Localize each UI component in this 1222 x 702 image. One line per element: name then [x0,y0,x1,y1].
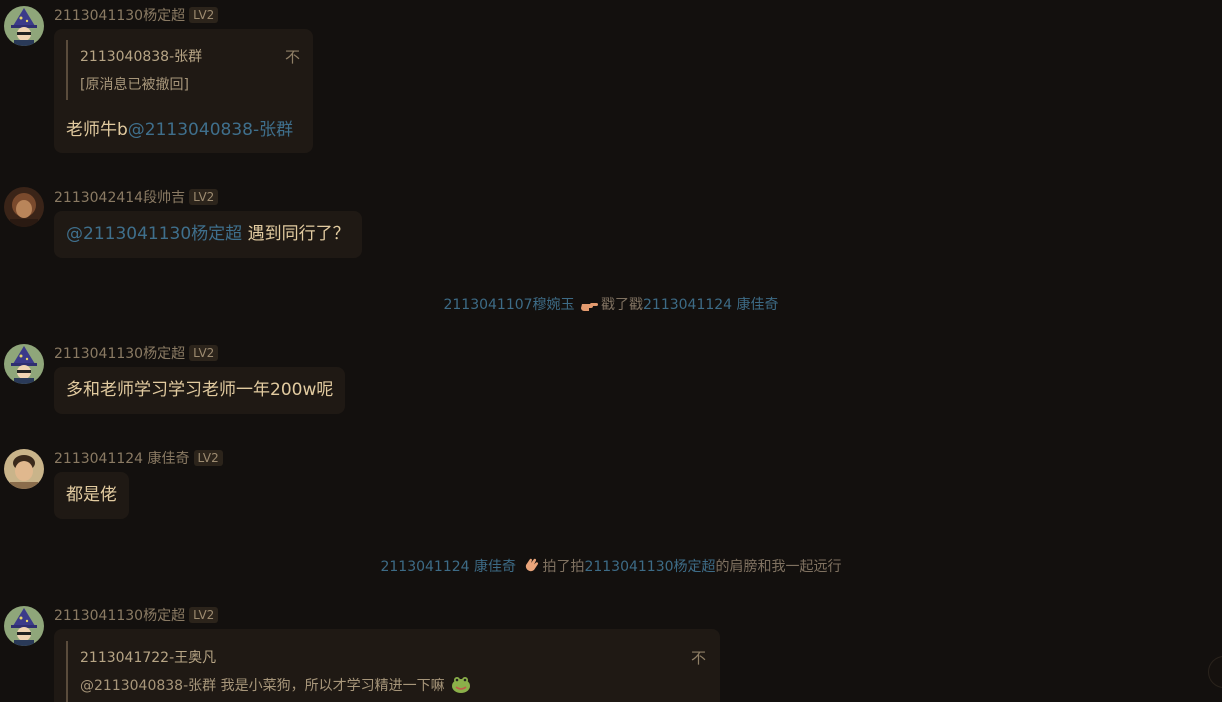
message-text: 老师牛b [66,120,128,140]
sender-name: 2113042414段帅吉 LV2 [54,187,219,207]
mention-link[interactable]: @2113040838-张群 [128,120,293,140]
message-bubble[interactable]: 都是佬 [54,472,129,519]
avatar-photo[interactable] [4,449,44,489]
jump-to-quote-icon[interactable]: 不 [285,46,300,67]
sender-label: 2113042414段帅吉 [54,190,186,206]
avatar-wizard[interactable] [4,344,44,384]
sender-label: 2113041130杨定超 [54,8,186,24]
message-text: 遇到同行了？ [242,224,350,244]
quoted-message[interactable]: 2113040838-张群 [原消息已被撤回] 不 [66,40,300,100]
level-badge: LV2 [189,7,219,23]
avatar-wizard[interactable] [4,6,44,46]
quote-sender: 2113041722-王奥凡 [80,650,217,666]
message-text: 都是佬 [66,485,117,505]
notice-actor-link[interactable]: 2113041107穆婉玉 [443,297,574,313]
mention-link[interactable]: @2113041130杨定超 [66,224,242,244]
message-bubble[interactable]: @2113041130杨定超 遇到同行了？ [54,211,362,258]
portrait-avatar-icon [4,187,44,227]
frog-emoji [451,675,471,697]
notice-action: 拍了拍 [542,559,585,575]
sender-name: 2113041130杨定超 LV2 [54,5,219,25]
sender-name: 2113041130杨定超 LV2 [54,343,219,363]
notice-actor-link[interactable]: 2113041124 康佳奇 [380,559,516,575]
message-bubble[interactable]: 2113041722-王奥凡 @2113040838-张群 我是小菜狗，所以才学… [54,629,720,702]
quote-text-row: @2113040838-张群 我是小菜狗，所以才学习精进一下嘛 [80,675,706,697]
notice-target-link[interactable]: 2113041130杨定超 [584,559,715,575]
quote-text: @2113040838-张群 我是小菜狗，所以才学习精进一下嘛 [80,678,445,694]
jump-to-quote-icon[interactable]: 不 [691,647,706,668]
avatar-photo[interactable] [4,187,44,227]
system-notice: 2113041124 康佳奇 拍了拍2113041130杨定超的肩膀和我一起远行 [0,556,1222,578]
scroll-to-bottom-button[interactable] [1208,656,1222,688]
system-notice: 2113041107穆婉玉 戳了戳2113041124 康佳奇 [0,294,1222,316]
sender-label: 2113041130杨定超 [54,608,186,624]
sender-label: 2113041124 康佳奇 [54,451,190,467]
wizard-avatar-icon [4,344,44,384]
sender-name: 2113041130杨定超 LV2 [54,605,219,625]
quoted-message[interactable]: 2113041722-王奥凡 @2113040838-张群 我是小菜狗，所以才学… [66,641,706,702]
notice-action: 戳了戳 [601,297,643,313]
message-content: 老师牛b@2113040838-张群 [66,115,293,140]
notice-target-link[interactable]: 2113041124 康佳奇 [643,297,779,313]
level-badge: LV2 [189,607,219,623]
sender-name: 2113041124 康佳奇 LV2 [54,448,223,468]
waving-hand-emoji [522,556,540,578]
wizard-avatar-icon [4,6,44,46]
message-text: 多和老师学习学习老师一年200w呢 [66,380,334,400]
avatar-wizard[interactable] [4,606,44,646]
wizard-avatar-icon [4,606,44,646]
sender-label: 2113041130杨定超 [54,346,186,362]
level-badge: LV2 [189,345,219,361]
portrait-avatar-icon [4,449,44,489]
message-bubble[interactable]: 多和老师学习学习老师一年200w呢 [54,367,346,414]
notice-suffix: 的肩膀和我一起远行 [715,559,842,575]
level-badge: LV2 [189,189,219,205]
level-badge: LV2 [193,450,223,466]
quote-sender: 2113040838-张群 [80,49,203,65]
message-bubble[interactable]: 2113040838-张群 [原消息已被撤回] 不 老师牛b@211304083… [54,29,313,153]
pointing-hand-emoji [581,298,599,316]
quote-text: [原消息已被撤回] [80,77,189,93]
chat-window: 2113041130杨定超 LV2 2113040838-张群 [原消息已被撤回… [0,0,1222,702]
